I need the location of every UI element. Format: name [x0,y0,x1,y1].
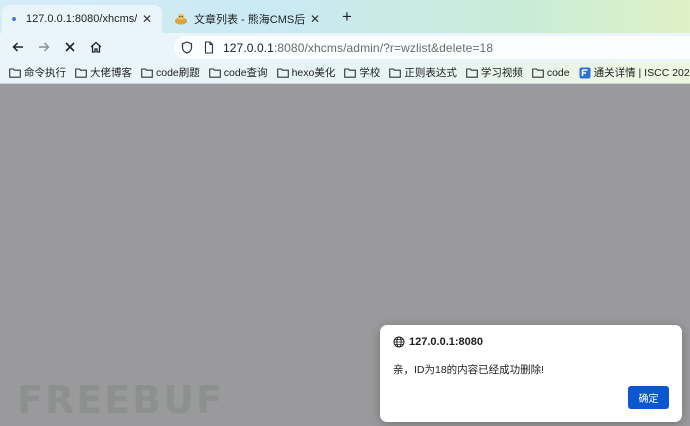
dialog-origin: 127.0.0.1:8080 [393,336,483,348]
bookmark-folder[interactable]: 正则表达式 [389,65,457,80]
bookmark-folder[interactable]: code [531,66,570,79]
ok-button[interactable]: 确定 [628,386,669,409]
new-tab-button[interactable]: + [338,8,356,26]
url-path: :8080/xhcms/admin/?r=wzlist&delete=18 [273,40,494,55]
bookmark-label: code刷题 [156,67,200,79]
bookmark-label: 学习视频 [480,67,523,79]
folder-icon [141,67,153,78]
bookmark-label: code [546,66,570,79]
url-text: 127.0.0.1:8080/xhcms/admin/?r=wzlist&del… [223,41,493,55]
globe-icon [393,336,405,348]
dialog-message: 亲，ID为18的内容已经成功删除! [393,364,545,376]
watermark-text: FREEBUF [17,378,224,422]
folder-icon [465,67,478,78]
bookmark-label: 通关详情 | ISCC 2022 [593,67,690,79]
close-tab-icon[interactable]: ✕ [140,12,154,26]
folder-icon [344,67,357,78]
bookmark-folder[interactable]: 大佬博客 [75,65,132,80]
bookmark-folder[interactable]: code刷题 [141,65,200,80]
bookmark-folder[interactable]: 学校 [344,65,380,80]
bookmarks-bar: 命令执行 大佬博客 code刷题 code查询 hexo美化 学校 正则表达式 [0,62,690,84]
close-tab-icon[interactable]: ✕ [308,12,322,26]
bookmark-label: 大佬博客 [90,67,132,79]
bookmark-folder[interactable]: 命令执行 [9,65,66,80]
back-button[interactable] [9,38,27,56]
tab-active[interactable]: 127.0.0.1:8080/xhcms/admin/?r=wzlist&del… [2,5,162,33]
bookmark-folder[interactable]: 学习视频 [465,65,523,80]
site-favicon [579,67,591,78]
dialog-origin-text: 127.0.0.1:8080 [409,336,484,348]
tab-article-list[interactable]: 文章列表 - 熊海CMS后台管理系统 ✕ [166,5,330,33]
address-bar[interactable]: 127.0.0.1:8080/xhcms/admin/?r=wzlist&del… [174,36,690,59]
home-icon [90,41,102,53]
folder-icon [389,67,402,78]
stop-button[interactable] [61,38,79,56]
tab-title: 127.0.0.1:8080/xhcms/admin/?r=wzlist&del… [26,13,137,25]
watermark: FREEBUF [17,378,224,422]
folder-icon [75,67,87,78]
bookmark-label: 命令执行 [24,67,66,79]
bookmark-label: 学校 [359,67,381,79]
browser-chrome: 127.0.0.1:8080/xhcms/admin/?r=wzlist&del… [0,0,690,84]
bookmark-label: 正则表达式 [404,67,457,79]
bookmark-folder[interactable]: code查询 [208,65,268,80]
home-button[interactable] [87,38,105,56]
shield-icon [181,41,193,54]
bookmark-link[interactable]: 通关详情 | ISCC 2022 [579,65,690,80]
bookmark-label: hexo美化 [291,67,336,79]
stop-x-icon [65,42,75,52]
loading-dot-icon [12,17,16,21]
tab-strip: 127.0.0.1:8080/xhcms/admin/?r=wzlist&del… [0,0,690,33]
forward-button[interactable] [35,38,53,56]
folder-icon [208,67,221,78]
toolbar: 127.0.0.1:8080/xhcms/admin/?r=wzlist&del… [0,33,690,62]
bookmark-label: code查询 [223,67,268,79]
cms-favicon-icon [175,13,187,25]
folder-icon [531,67,544,78]
tab-title: 文章列表 - 熊海CMS后台管理系统 [194,14,305,26]
forward-arrow-icon [39,42,50,52]
back-arrow-icon [12,42,23,52]
bookmark-folder[interactable]: hexo美化 [276,65,336,80]
url-host: 127.0.0.1 [223,40,274,55]
folder-icon [276,67,289,78]
alert-dialog: 127.0.0.1:8080 亲，ID为18的内容已经成功删除! 确定 [380,325,682,422]
page-icon [204,41,214,54]
folder-icon [9,67,21,78]
